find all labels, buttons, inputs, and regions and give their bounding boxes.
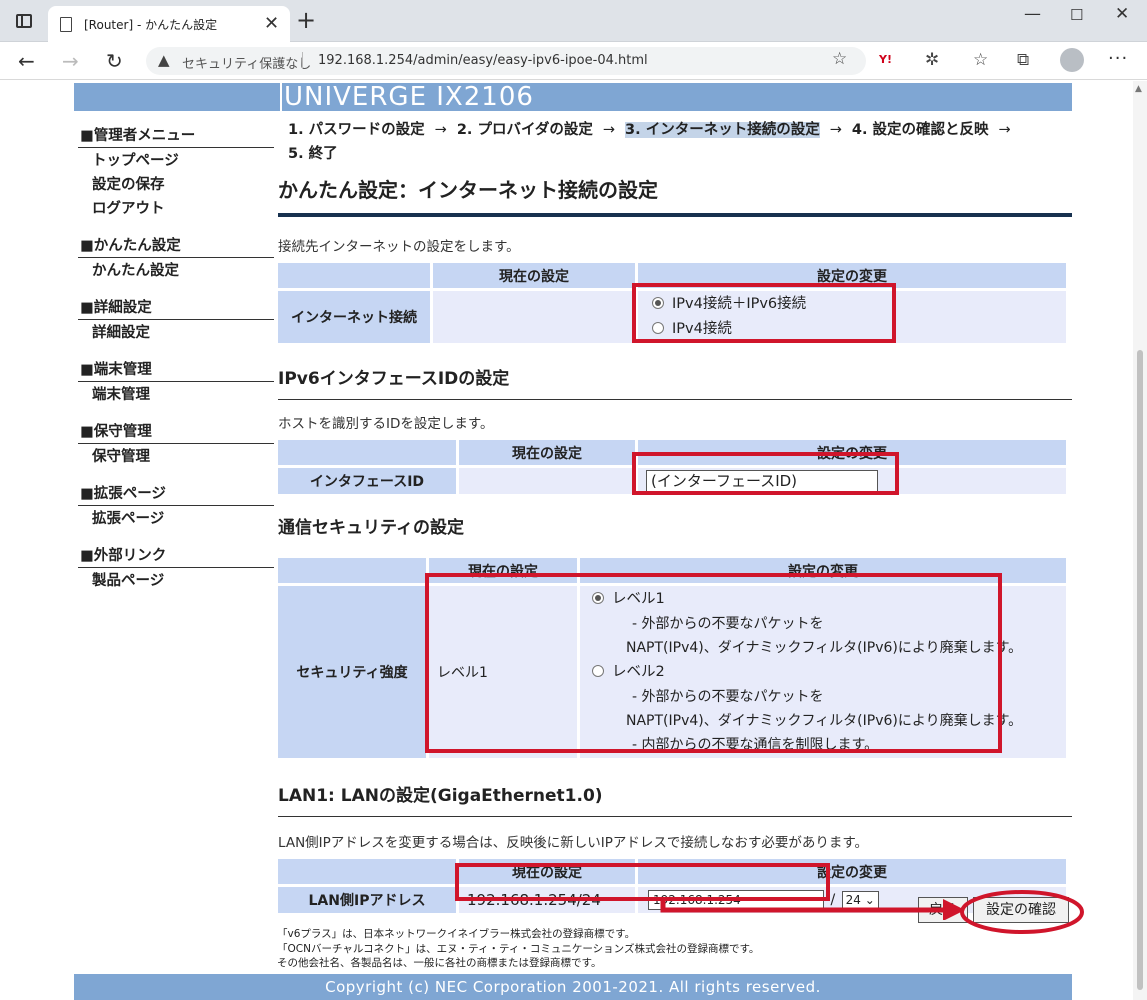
- yahoo-extension-icon[interactable]: Y!: [879, 53, 892, 66]
- step-arrow-icon: →: [829, 122, 842, 138]
- more-options-icon[interactable]: ···: [1108, 48, 1128, 69]
- interface-id-current: [459, 468, 635, 494]
- step-password: 1. パスワードの設定: [288, 122, 425, 138]
- address-toolbar: ← → ↻ ▲ セキュリティ保護なし 192.168.1.254/admin/e…: [0, 42, 1147, 80]
- sidebar-item-product-page[interactable]: 製品ページ: [78, 568, 274, 592]
- sidebar-section-devices: ■端末管理 端末管理: [78, 354, 274, 406]
- step-internet-current: 3. インターネット接続の設定: [625, 122, 820, 138]
- highlight-interface-id: [632, 452, 899, 495]
- sidebar-item-detail-setup[interactable]: 詳細設定: [78, 320, 274, 344]
- sidebar-item-logout[interactable]: ログアウト: [78, 196, 274, 220]
- internet-connection-label: インターネット接続: [278, 291, 430, 343]
- sidebar-item-device-management[interactable]: 端末管理: [78, 382, 274, 406]
- sidebar-heading: ■かんたん設定: [78, 230, 274, 258]
- internet-description: 接続先インターネットの設定をします。: [278, 239, 520, 255]
- browser-tab[interactable]: [Router] - かんたん設定 ✕: [48, 6, 290, 43]
- security-section-title: 通信セキュリティの設定: [278, 518, 464, 538]
- internet-current-value: [433, 291, 635, 343]
- step-arrow-icon: →: [434, 122, 447, 138]
- page-favicon-icon: [60, 17, 72, 32]
- extensions-icon[interactable]: ✲: [925, 50, 939, 70]
- tab-actions-icon[interactable]: [16, 14, 32, 28]
- minimize-icon[interactable]: —: [1024, 4, 1041, 24]
- tab-title: [Router] - かんたん設定: [84, 18, 218, 32]
- step-finish: 5. 終了: [288, 146, 338, 162]
- blank-header: [278, 440, 456, 465]
- new-tab-button[interactable]: +: [296, 7, 316, 33]
- blank-header: [278, 558, 426, 583]
- sidebar-section-extension: ■拡張ページ 拡張ページ: [78, 478, 274, 530]
- ipv6-section-title: IPv6インタフェースIDの設定: [278, 364, 1072, 400]
- add-favorite-icon[interactable]: ☆: [832, 49, 847, 69]
- sidebar-item-maintenance[interactable]: 保守管理: [78, 444, 274, 468]
- setup-steps: 1. パスワードの設定 → 2. プロバイダの設定 → 3. インターネット接続の設定 →…: [278, 118, 1072, 166]
- reload-icon[interactable]: ↻: [106, 49, 123, 73]
- ipv6-description: ホストを識別するIDを設定します。: [278, 416, 494, 432]
- sidebar-heading: ■拡張ページ: [78, 478, 274, 506]
- trademark-note: 「OCNバーチャルコネクト」は、エヌ・ティ・ティ・コミュニケーションズ株式会社の…: [277, 942, 760, 955]
- product-banner: UNIVERGE IX2106: [74, 83, 1072, 111]
- url-divider: [302, 52, 303, 69]
- security-status[interactable]: セキュリティ保護なし: [182, 53, 311, 72]
- browser-titlebar: [Router] - かんたん設定 ✕ + — ☐ ✕: [0, 0, 1147, 43]
- scroll-up-icon[interactable]: ▲: [1135, 84, 1142, 94]
- blank-header: [278, 859, 456, 884]
- forward-arrow-icon[interactable]: →: [62, 49, 79, 73]
- trademark-notes: 「v6プラス」は、日本ネットワークイネイブラー株式会社の登録商標です。 「OCN…: [277, 927, 759, 971]
- step-confirm: 4. 設定の確認と反映: [851, 122, 989, 138]
- annotation-circle: [960, 890, 1084, 934]
- highlight-security: [425, 573, 1002, 753]
- blank-header: [278, 263, 430, 288]
- sidebar-section-admin: ■管理者メニュー トップページ 設定の保存 ログアウト: [78, 120, 274, 220]
- annotation-arrow-icon: [660, 897, 965, 920]
- sidebar-heading: ■管理者メニュー: [78, 120, 274, 148]
- sidebar-heading: ■詳細設定: [78, 292, 274, 320]
- maximize-icon[interactable]: ☐: [1070, 6, 1083, 24]
- trademark-note: 「v6プラス」は、日本ネットワークイネイブラー株式会社の登録商標です。: [277, 928, 636, 940]
- current-setting-header: 現在の設定: [433, 263, 635, 288]
- sidebar-section-easy: ■かんたん設定 かんたん設定: [78, 230, 274, 282]
- copyright-bar: Copyright (c) NEC Corporation 2001-2021.…: [74, 974, 1072, 1000]
- sidebar-item-extension-page[interactable]: 拡張ページ: [78, 506, 274, 530]
- url-text[interactable]: 192.168.1.254/admin/easy/easy-ipv6-ipoe-…: [318, 53, 648, 68]
- lan-section-title: LAN1: LANの設定(GigaEthernet1.0): [278, 781, 1072, 817]
- sidebar-heading: ■保守管理: [78, 416, 274, 444]
- scrollbar-thumb[interactable]: [1137, 350, 1143, 990]
- sidebar-item-save-settings[interactable]: 設定の保存: [78, 172, 274, 196]
- sidebar-item-top-page[interactable]: トップページ: [78, 148, 274, 172]
- interface-id-label: インタフェースID: [278, 468, 456, 494]
- sidebar-section-maintenance: ■保守管理 保守管理: [78, 416, 274, 468]
- profile-avatar[interactable]: [1060, 48, 1084, 72]
- back-arrow-icon[interactable]: ←: [18, 49, 35, 73]
- address-bar[interactable]: ▲ セキュリティ保護なし 192.168.1.254/admin/easy/ea…: [146, 47, 866, 75]
- sidebar-heading: ■端末管理: [78, 354, 274, 382]
- current-setting-header: 現在の設定: [459, 440, 635, 465]
- sidebar-section-external: ■外部リンク 製品ページ: [78, 540, 274, 592]
- sidebar-heading: ■外部リンク: [78, 540, 274, 568]
- page-title: かんたん設定：インターネット接続の設定: [278, 174, 1072, 217]
- favorites-icon[interactable]: ☆: [973, 50, 988, 70]
- step-provider: 2. プロバイダの設定: [456, 122, 593, 138]
- trademark-note: その他会社名、各製品名は、一般に各社の商標または登録商標です。: [277, 957, 602, 970]
- lan-ip-label: LAN側IPアドレス: [278, 887, 456, 913]
- product-title: UNIVERGE IX2106: [280, 83, 534, 111]
- step-arrow-icon: →: [998, 122, 1011, 138]
- highlight-internet-options: [632, 283, 896, 343]
- lan-description: LAN側IPアドレスを変更する場合は、反映後に新しいIPアドレスで接続しなおす必…: [278, 835, 869, 851]
- collections-icon[interactable]: ⧉: [1017, 50, 1029, 70]
- main-content: 1. パスワードの設定 → 2. プロバイダの設定 → 3. インターネット接続の設定 →…: [278, 118, 1072, 916]
- close-tab-icon[interactable]: ✕: [264, 13, 279, 34]
- sidebar-section-detail: ■詳細設定 詳細設定: [78, 292, 274, 344]
- sidebar-menu: ■管理者メニュー トップページ 設定の保存 ログアウト ■かんたん設定 かんたん…: [78, 120, 274, 602]
- step-arrow-icon: →: [602, 122, 616, 138]
- sidebar-item-easy-setup[interactable]: かんたん設定: [78, 258, 274, 282]
- window-close-icon[interactable]: ✕: [1115, 4, 1129, 24]
- security-strength-label: セキュリティ強度: [278, 586, 426, 758]
- warning-icon[interactable]: ▲: [158, 51, 170, 69]
